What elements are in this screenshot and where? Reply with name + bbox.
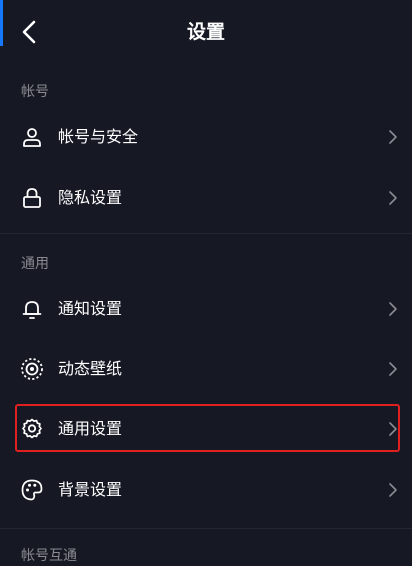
- row-label: 通用设置: [58, 419, 123, 438]
- row-label: 隐私设置: [58, 188, 123, 207]
- header-bar: 设置: [0, 0, 412, 64]
- row-label: 动态壁纸: [58, 359, 123, 378]
- row-privacy-settings[interactable]: 隐私设置: [0, 168, 412, 228]
- back-button[interactable]: [14, 14, 46, 50]
- section-divider: [0, 233, 412, 234]
- chevron-right-icon: [389, 302, 397, 316]
- chevron-right-icon: [389, 130, 397, 144]
- section-title-account: 帐号: [21, 84, 49, 100]
- row-dynamic-wallpaper[interactable]: 动态壁纸: [0, 339, 412, 399]
- row-background-settings[interactable]: 背景设置: [0, 460, 412, 520]
- user-icon: [23, 128, 41, 147]
- row-label: 背景设置: [58, 480, 123, 499]
- chevron-right-icon: [389, 191, 397, 205]
- row-general-settings[interactable]: 通用设置: [0, 399, 412, 459]
- bell-icon: [22, 301, 42, 319]
- lock-icon: [23, 188, 41, 208]
- row-label: 通知设置: [58, 299, 123, 318]
- chevron-right-icon: [389, 422, 397, 436]
- section-divider: [0, 528, 412, 529]
- section-title-account-interop: 帐号互通: [21, 548, 77, 564]
- palette-icon: [21, 479, 43, 501]
- chevron-right-icon: [389, 362, 397, 376]
- gear-icon: [22, 418, 42, 439]
- dynamic-wallpaper-icon: [21, 358, 43, 380]
- page-title: 设置: [186, 21, 225, 43]
- section-title-general: 通用: [21, 256, 49, 272]
- chevron-left-icon: [22, 20, 36, 44]
- row-account-security[interactable]: 帐号与安全: [0, 107, 412, 167]
- settings-screen: 设置 帐号 帐号与安全 隐私设置 通用 通知设置 动态壁纸 通用设置 背景设置 …: [0, 0, 412, 566]
- row-notification-settings[interactable]: 通知设置: [0, 279, 412, 339]
- chevron-right-icon: [389, 483, 397, 497]
- row-label: 帐号与安全: [58, 127, 139, 146]
